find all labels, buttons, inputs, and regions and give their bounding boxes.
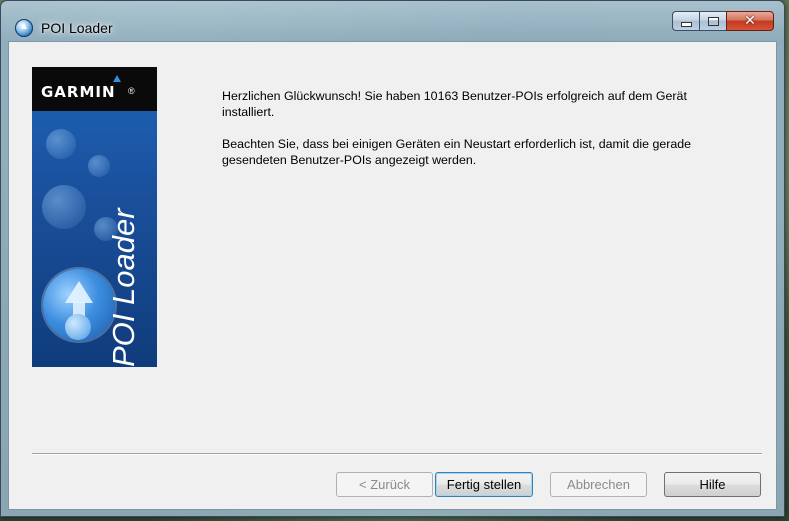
completion-message: Herzlichen Glückwunsch! Sie haben 10163 … [222, 88, 702, 184]
close-icon: ✕ [744, 13, 756, 29]
garmin-triangle-icon [113, 75, 121, 82]
close-button[interactable]: ✕ [726, 11, 774, 31]
dialog-client-area: GARMIN ® POI Loader Herzlichen Glückwuns… [8, 41, 777, 510]
garmin-logo-bar: GARMIN ® [32, 67, 157, 111]
maximize-icon [707, 16, 719, 26]
minimize-button[interactable] [672, 11, 699, 31]
title-bar[interactable]: POI Loader ✕ [1, 1, 784, 41]
garmin-logo: GARMIN [41, 83, 116, 101]
globe-arrow-icon [43, 269, 115, 341]
arrow-up-shape [65, 281, 93, 303]
minimize-icon [680, 21, 692, 27]
finish-button[interactable]: Fertig stellen [435, 472, 533, 497]
maximize-button[interactable] [699, 11, 726, 31]
cancel-button[interactable]: Abbrechen [550, 472, 647, 497]
help-button[interactable]: Hilfe [664, 472, 761, 497]
decor-bubble [42, 185, 86, 229]
registered-mark: ® [128, 86, 135, 96]
poi-loader-window: POI Loader ✕ GARMIN ® POI Loader Herzlic… [0, 0, 785, 517]
product-name-vertical: POI Loader [106, 208, 141, 367]
window-title: POI Loader [41, 20, 113, 36]
globe-dot-shape [65, 314, 91, 340]
button-separator [32, 453, 762, 455]
decor-bubble [88, 155, 110, 177]
decor-bubble [46, 129, 76, 159]
success-text: Herzlichen Glückwunsch! Sie haben 10163 … [222, 89, 687, 119]
poi-loader-globe-icon[interactable] [15, 19, 33, 37]
garmin-banner: GARMIN ® POI Loader [32, 67, 157, 367]
back-button[interactable]: < Zurück [336, 472, 433, 497]
restart-notice-text: Beachten Sie, dass bei einigen Geräten e… [222, 137, 692, 167]
caption-buttons: ✕ [672, 11, 774, 31]
